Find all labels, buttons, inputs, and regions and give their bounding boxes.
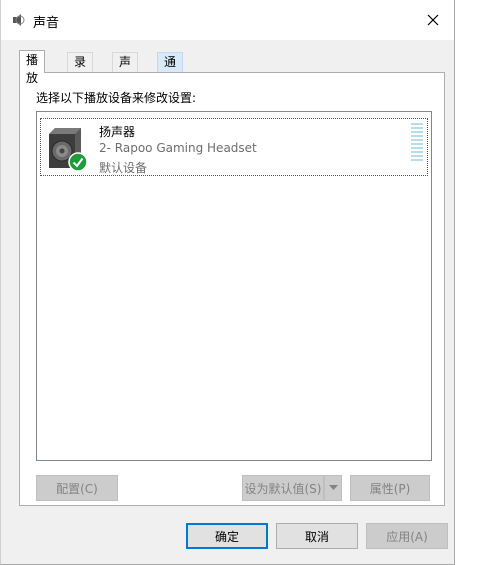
tab-sounds[interactable]: 声音	[112, 52, 138, 72]
level-meter-segment	[411, 143, 423, 145]
close-button[interactable]	[418, 6, 448, 34]
set-default-dropdown-button[interactable]	[324, 475, 342, 501]
level-meter-segment	[411, 151, 423, 153]
level-meter-segment	[411, 159, 423, 161]
window-title: 声音	[33, 12, 59, 31]
level-meter-segment	[411, 131, 423, 133]
configure-button[interactable]: 配置(C)	[36, 475, 118, 501]
device-list[interactable]: 扬声器 2- Rapoo Gaming Headset 默认设备	[36, 111, 432, 461]
level-meter-segment	[411, 155, 423, 157]
speaker-title-icon	[11, 13, 25, 27]
speaker-icon	[45, 124, 91, 174]
level-meter-segment	[411, 127, 423, 129]
chevron-down-icon	[329, 485, 338, 491]
tab-recording[interactable]: 录制	[67, 52, 93, 72]
close-icon	[427, 14, 439, 26]
level-meter-segment	[411, 139, 423, 141]
device-name: 扬声器	[99, 123, 135, 140]
set-default-button[interactable]: 设为默认值(S)	[242, 475, 324, 501]
level-meter	[411, 123, 423, 161]
tab-playback[interactable]: 播放	[19, 50, 45, 73]
tab-communications[interactable]: 通信	[157, 52, 183, 72]
level-meter-segment	[411, 147, 423, 149]
default-check-icon	[69, 153, 87, 171]
title-bar: 声音	[1, 0, 454, 40]
level-meter-segment	[411, 123, 423, 125]
properties-button[interactable]: 属性(P)	[350, 475, 430, 501]
cancel-button[interactable]: 取消	[276, 523, 358, 549]
device-list-item[interactable]: 扬声器 2- Rapoo Gaming Headset 默认设备	[40, 118, 428, 176]
playback-panel: 选择以下播放设备来修改设置: 扬声器 2- Rapoo Gaming Head	[19, 72, 445, 506]
device-description: 2- Rapoo Gaming Headset	[99, 141, 257, 155]
level-meter-segment	[411, 135, 423, 137]
instruction-text: 选择以下播放设备来修改设置:	[36, 89, 196, 106]
ok-button[interactable]: 确定	[186, 523, 268, 549]
sound-dialog: 声音 播放 录制 声音 通信 选择以下播放设备来修改设置:	[0, 0, 455, 565]
apply-button[interactable]: 应用(A)	[366, 523, 448, 549]
device-status: 默认设备	[99, 159, 147, 176]
